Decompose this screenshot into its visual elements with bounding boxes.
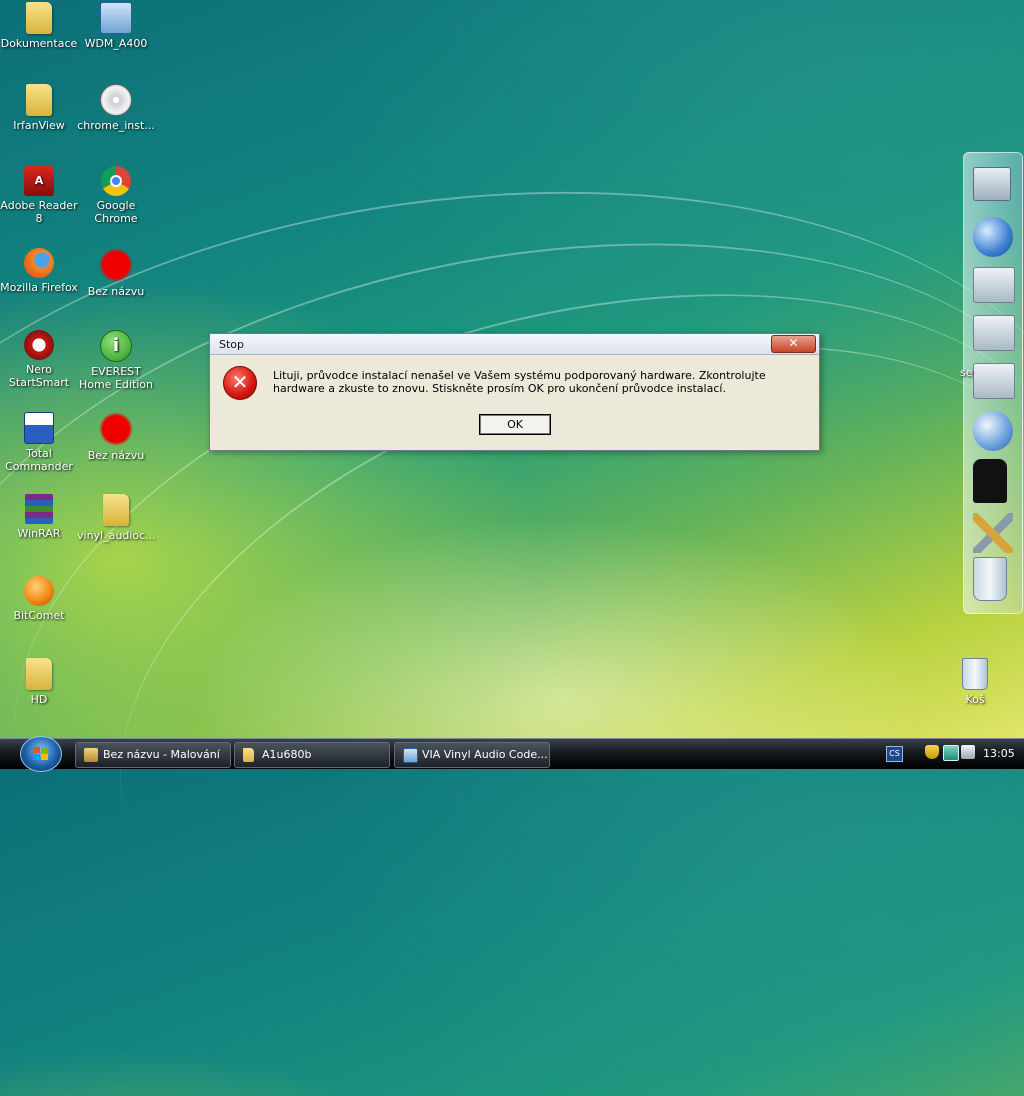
chrome-icon <box>101 166 131 196</box>
dialog-title: Stop <box>219 338 245 351</box>
paint-icon <box>84 748 98 762</box>
desktop-icon-vinyl-audio[interactable]: vinyl_audioc... <box>77 494 156 542</box>
documents-folder-icon[interactable] <box>973 267 1015 303</box>
desktop-icon-label: Google Chrome <box>94 199 138 225</box>
tools-icon[interactable] <box>973 513 1013 553</box>
folder-icon <box>26 2 52 34</box>
desktop-icon-bez-nazvu-2[interactable]: Bez názvu <box>77 412 155 462</box>
desktop-icon-label: BitComet <box>13 609 65 622</box>
clock[interactable]: 13:05 <box>983 747 1015 760</box>
taskbar-item-via-vinyl[interactable]: VIA Vinyl Audio Code... <box>394 742 550 768</box>
folder-icon <box>243 748 254 762</box>
desktop-icon-label: vinyl_audioc... <box>77 529 156 542</box>
windows-flag-icon <box>33 747 49 761</box>
dialog-message: Lituji, průvodce instalací nenašel ve Va… <box>273 369 766 395</box>
desktop-icon-label: HD <box>30 693 48 706</box>
desktop-icon-label: Koš <box>965 693 985 706</box>
start-button[interactable] <box>20 736 62 772</box>
desktop-icon-bez-nazvu-1[interactable]: Bez názvu <box>77 248 155 298</box>
paint-splat-icon <box>99 412 133 446</box>
music-folder-icon[interactable] <box>973 315 1015 351</box>
network-globe-icon[interactable] <box>973 217 1013 257</box>
desktop-icon-label: Adobe Reader 8 <box>0 199 78 225</box>
tshirt-icon[interactable] <box>973 459 1007 503</box>
taskbar-item-label: VIA Vinyl Audio Code... <box>422 748 548 761</box>
nero-icon <box>24 330 54 360</box>
desktop-icon-label: EVEREST Home Edition <box>78 365 154 391</box>
desktop-icon-label: Nero StartSmart <box>8 363 70 389</box>
installer-icon <box>403 748 418 763</box>
desktop-icon-label: WinRAR <box>17 527 61 540</box>
installer-disc-icon <box>100 84 132 116</box>
close-button[interactable]: ✕ <box>771 335 816 353</box>
taskbar-item-label: Bez názvu - Malování <box>103 748 220 761</box>
computer-icon[interactable] <box>973 167 1011 201</box>
dock-partial-label: se <box>960 366 973 379</box>
desktop-icon-total-commander[interactable]: Total Commander <box>0 412 78 473</box>
folder-icon <box>103 494 129 526</box>
desktop-icon-dokumentace[interactable]: Dokumentace <box>0 2 78 50</box>
desktop-icon-label: IrfanView <box>13 119 65 132</box>
desktop-icon-label: WDM_A400 <box>84 37 148 50</box>
ok-button[interactable]: OK <box>479 414 551 435</box>
error-dialog: Stop ✕ ✕ Lituji, průvodce instalací nena… <box>209 333 820 451</box>
taskbar-item-paint[interactable]: Bez názvu - Malování <box>75 742 231 768</box>
adobe-reader-icon: A <box>24 166 54 196</box>
desktop-icon-recycle-bin[interactable]: Koš <box>936 658 1014 706</box>
desktop-icon-label: chrome_inst... <box>77 119 155 132</box>
close-icon: ✕ <box>788 336 799 350</box>
desktop-icon-mozilla-firefox[interactable]: Mozilla Firefox <box>0 248 78 294</box>
desktop-icon-label: Total Commander <box>5 447 73 473</box>
recycle-bin-icon[interactable] <box>973 557 1007 601</box>
desktop-icon-chrome-installer[interactable]: chrome_inst... <box>77 84 155 132</box>
everest-info-icon: i <box>100 330 132 362</box>
desktop-icon-bitcomet[interactable]: BitComet <box>0 576 78 622</box>
desktop-icon-label: Bez názvu <box>87 449 145 462</box>
taskbar: Bez názvu - Malování A1u680b VIA Vinyl A… <box>0 736 1024 772</box>
desktop-icon-wdm-a400[interactable]: WDM_A400 <box>77 2 155 50</box>
desktop-icon-label: Bez názvu <box>87 285 145 298</box>
installer-icon <box>100 2 132 34</box>
desktop-icon-adobe-reader[interactable]: A Adobe Reader 8 <box>0 166 78 225</box>
language-indicator[interactable]: CS <box>886 746 903 762</box>
total-commander-icon <box>24 412 54 444</box>
side-dock <box>963 152 1023 614</box>
desktop-icon-nero[interactable]: Nero StartSmart <box>0 330 78 389</box>
desktop-icon-label: Dokumentace <box>0 37 78 50</box>
desktop-icon-hd[interactable]: HD <box>0 658 78 706</box>
pictures-folder-icon[interactable] <box>973 363 1015 399</box>
speaker-icon[interactable] <box>961 745 975 759</box>
recycle-bin-icon <box>962 658 988 690</box>
folder-icon <box>26 658 52 690</box>
folder-icon <box>26 84 52 116</box>
taskbar-item-label: A1u680b <box>262 748 312 761</box>
language-label: CS <box>889 749 900 758</box>
firefox-icon <box>24 248 54 278</box>
internet-globe-icon[interactable] <box>973 411 1013 451</box>
winrar-icon <box>25 494 53 524</box>
desktop-icon-irfanview[interactable]: IrfanView <box>0 84 78 132</box>
dialog-titlebar[interactable]: Stop ✕ <box>210 334 819 355</box>
desktop-icon-label: Mozilla Firefox <box>0 281 78 294</box>
shield-icon[interactable] <box>925 745 939 759</box>
bitcomet-icon <box>24 576 54 606</box>
error-icon: ✕ <box>223 366 257 400</box>
desktop-icon-google-chrome[interactable]: Google Chrome <box>77 166 155 225</box>
network-icon[interactable] <box>943 745 959 761</box>
paint-splat-icon <box>99 248 133 282</box>
desktop-icon-everest[interactable]: i EVEREST Home Edition <box>77 330 155 391</box>
taskbar-item-folder[interactable]: A1u680b <box>234 742 390 768</box>
desktop-icon-winrar[interactable]: WinRAR <box>0 494 78 540</box>
